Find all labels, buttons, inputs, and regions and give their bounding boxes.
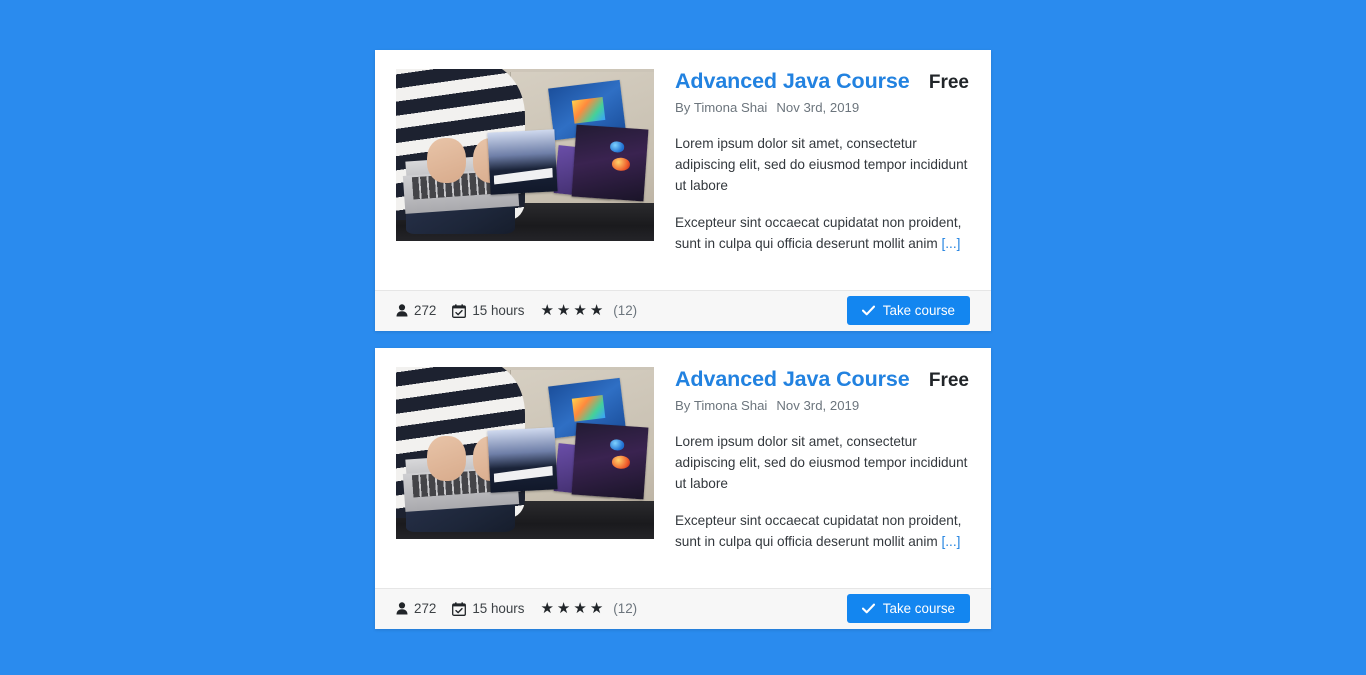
thumbnail-book-java (487, 129, 558, 195)
duration-stat: 15 hours (452, 601, 524, 616)
course-description-text-2: Excepteur sint occaecat cupidatat non pr… (675, 513, 962, 550)
take-course-button[interactable]: Take course (846, 296, 970, 326)
calendar-check-icon (452, 304, 467, 318)
students-stat: 272 (396, 601, 436, 616)
star-icon: ★ (589, 600, 604, 618)
rating-count: (12) (613, 601, 638, 617)
duration-text: 15 hours (472, 303, 525, 319)
rating-stat: ★ ★ ★ ★ (12) (540, 303, 637, 318)
course-byline: By Timona Shai Nov 3rd, 2019 (675, 100, 969, 116)
course-description-paragraph-2: Excepteur sint occaecat cupidatat non pr… (675, 510, 969, 552)
check-icon (861, 305, 875, 316)
read-more-link[interactable]: [...] (941, 236, 960, 251)
duration-text: 15 hours (472, 601, 525, 617)
take-course-label: Take course (882, 303, 955, 319)
user-icon (396, 602, 408, 615)
thumbnail-left-arm (426, 435, 466, 481)
star-icon: ★ (573, 600, 587, 618)
course-info: Advanced Java Course Free By Timona Shai… (654, 367, 969, 566)
thumbnail-book-java (487, 427, 558, 493)
star-icon: ★ (556, 302, 571, 320)
course-price: Free (928, 72, 969, 93)
calendar-check-icon (452, 602, 467, 616)
course-title-link[interactable]: Advanced Java Course (675, 367, 910, 392)
course-card-footer: 272 15 hours ★ ★ ★ ★ (12) Take course (375, 289, 991, 331)
star-icon: ★ (540, 302, 554, 320)
course-byline: By Timona Shai Nov 3rd, 2019 (675, 398, 969, 414)
star-rating: ★ ★ ★ ★ (540, 601, 606, 616)
thumbnail-left-arm (426, 137, 466, 183)
rating-stat: ★ ★ ★ ★ (12) (540, 601, 637, 616)
course-info: Advanced Java Course Free By Timona Shai… (654, 69, 969, 268)
course-date: Nov 3rd, 2019 (776, 100, 860, 115)
course-author: By Timona Shai (675, 398, 768, 413)
star-icon: ★ (589, 302, 604, 320)
course-date: Nov 3rd, 2019 (776, 398, 860, 413)
page-background: Advanced Java Course Free By Timona Shai… (0, 0, 1366, 675)
check-icon (861, 603, 875, 614)
thumbnail-book-fundamentals (571, 125, 649, 203)
course-thumbnail[interactable] (396, 367, 654, 539)
user-icon (396, 304, 408, 317)
thumbnail-book-fundamentals (571, 423, 649, 501)
course-stats: 272 15 hours ★ ★ ★ ★ (12) (396, 601, 653, 616)
duration-stat: 15 hours (452, 303, 524, 318)
course-description-text-2: Excepteur sint occaecat cupidatat non pr… (675, 215, 962, 252)
course-card-body: Advanced Java Course Free By Timona Shai… (375, 50, 991, 290)
course-title-row: Advanced Java Course Free (675, 367, 969, 392)
course-price: Free (928, 370, 969, 391)
course-description-paragraph-1: Lorem ipsum dolor sit amet, consectetur … (675, 433, 968, 491)
course-title-row: Advanced Java Course Free (675, 69, 969, 94)
course-description-paragraph-1: Lorem ipsum dolor sit amet, consectetur … (675, 135, 968, 193)
take-course-label: Take course (882, 601, 955, 617)
course-card-body: Advanced Java Course Free By Timona Shai… (375, 348, 991, 588)
star-icon: ★ (556, 600, 571, 618)
course-card[interactable]: Advanced Java Course Free By Timona Shai… (375, 348, 991, 629)
course-card-footer: 272 15 hours ★ ★ ★ ★ (12) Take course (375, 587, 991, 629)
star-rating: ★ ★ ★ ★ (540, 303, 606, 318)
students-stat: 272 (396, 303, 436, 318)
course-author: By Timona Shai (675, 100, 768, 115)
rating-count: (12) (613, 303, 638, 319)
students-count: 272 (414, 303, 437, 319)
course-stats: 272 15 hours ★ ★ ★ ★ (12) (396, 303, 653, 318)
take-course-button[interactable]: Take course (846, 594, 970, 624)
course-thumbnail[interactable] (396, 69, 654, 241)
course-description-paragraph-2: Excepteur sint occaecat cupidatat non pr… (675, 212, 969, 254)
star-icon: ★ (573, 302, 587, 320)
course-title-link[interactable]: Advanced Java Course (675, 69, 910, 94)
read-more-link[interactable]: [...] (941, 534, 960, 549)
course-card[interactable]: Advanced Java Course Free By Timona Shai… (375, 50, 991, 331)
star-icon: ★ (540, 600, 554, 618)
students-count: 272 (414, 601, 437, 617)
